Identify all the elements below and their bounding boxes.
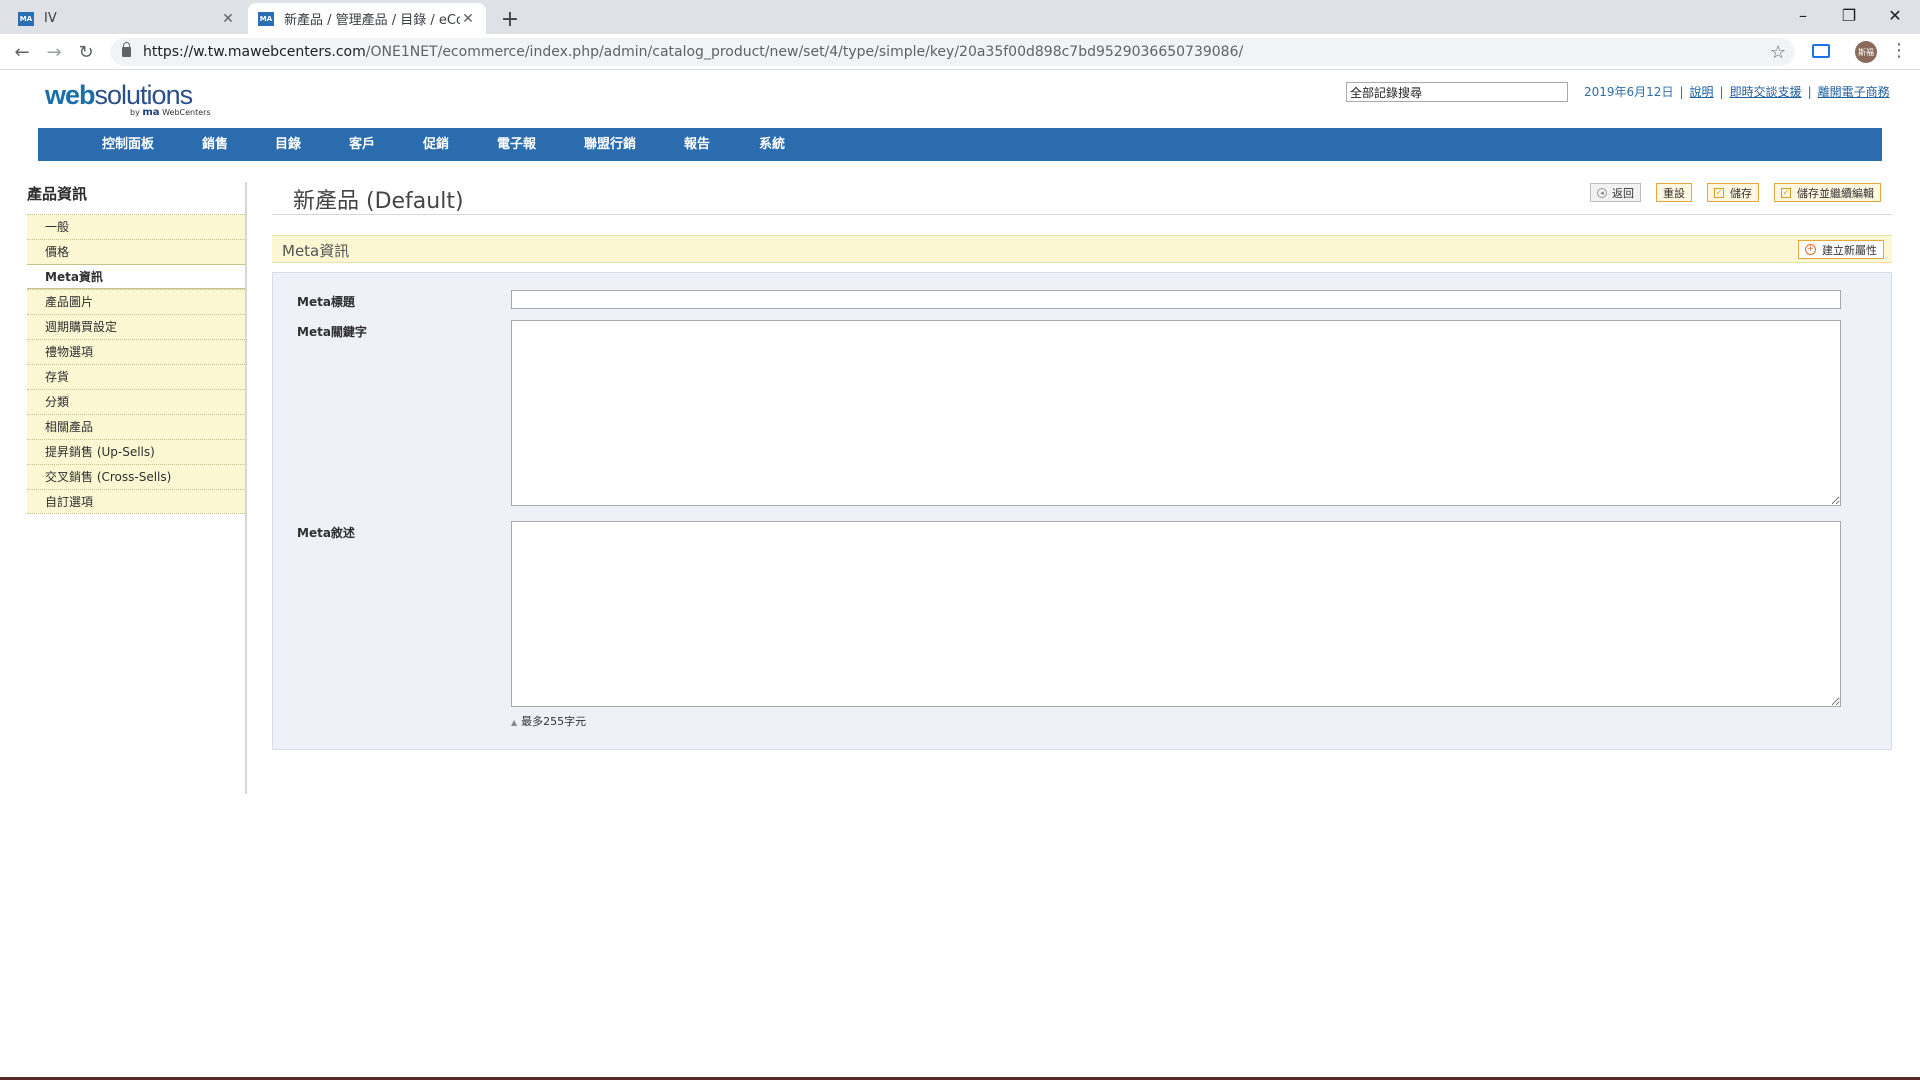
nav-affiliate[interactable]: 聯盟行銷 xyxy=(584,128,636,161)
back-icon: ◂ xyxy=(1597,187,1607,198)
sidebar-item-gift-options[interactable]: 禮物選項 xyxy=(27,339,245,364)
tab-title: IV xyxy=(44,11,57,26)
meta-keywords-textarea[interactable] xyxy=(511,320,1841,506)
section-title: Meta資訊 xyxy=(282,242,350,260)
browser-tab-bar: MA IV ✕ MA 新產品 / 管理產品 / 目錄 / eCom ✕ + – … xyxy=(0,0,1920,34)
logout-link[interactable]: 離開電子商務 xyxy=(1818,85,1890,99)
websolutions-logo[interactable]: websolutions by ma WebCenters xyxy=(45,80,211,120)
meta-info-section-header: Meta資訊 + 建立新屬性 xyxy=(272,235,1892,263)
help-link[interactable]: 說明 xyxy=(1690,85,1714,99)
save-and-continue-button[interactable]: ✓ 儲存並繼續編輯 xyxy=(1774,183,1881,202)
header-links: 2019年6月12日 | 說明 | 即時交談支援 | 離開電子商務 xyxy=(1584,85,1890,99)
new-tab-button[interactable]: + xyxy=(496,5,524,33)
meta-description-textarea[interactable] xyxy=(511,521,1841,707)
sidebar-item-recurring[interactable]: 週期購買設定 xyxy=(27,314,245,339)
ma-favicon-icon: MA xyxy=(258,11,274,26)
plus-icon: + xyxy=(1805,244,1816,255)
nav-reports[interactable]: 報告 xyxy=(684,128,710,161)
nav-dashboard[interactable]: 控制面板 xyxy=(102,128,154,161)
nav-sales[interactable]: 銷售 xyxy=(202,128,228,161)
logo-tagline: by ma WebCenters xyxy=(130,107,211,118)
browser-menu-icon[interactable]: ⋮ xyxy=(1890,40,1908,61)
sidebar-title: 產品資訊 xyxy=(27,185,88,203)
reload-icon[interactable]: ↻ xyxy=(72,38,100,66)
title-divider xyxy=(272,214,1892,215)
bookmark-star-icon[interactable]: ☆ xyxy=(1770,42,1786,63)
forward-arrow-icon[interactable]: → xyxy=(40,38,68,66)
sidebar-item-cross-sells[interactable]: 交叉銷售 (Cross-Sells) xyxy=(27,464,245,489)
current-date: 2019年6月12日 xyxy=(1584,85,1674,99)
nav-system[interactable]: 系統 xyxy=(759,128,785,161)
page-title: 新產品 (Default) xyxy=(293,189,464,214)
browser-tab-iv[interactable]: MA IV ✕ xyxy=(8,3,246,34)
meta-description-label: Meta敘述 xyxy=(297,526,355,540)
profile-avatar[interactable]: 斯福 xyxy=(1855,41,1877,63)
sidebar-item-general[interactable]: 一般 xyxy=(27,214,245,239)
nav-newsletter[interactable]: 電子報 xyxy=(497,128,536,161)
tab-title: 新產品 / 管理產品 / 目錄 / eCom xyxy=(284,13,460,28)
minimize-icon[interactable]: – xyxy=(1780,0,1826,30)
meta-keywords-label: Meta關鍵字 xyxy=(297,325,367,339)
sidebar-item-up-sells[interactable]: 提昇銷售 (Up-Sells) xyxy=(27,439,245,464)
check-icon: ✓ xyxy=(1781,187,1791,198)
address-bar[interactable]: https://w.tw.mawebcenters.com/ONE1NET/ec… xyxy=(110,38,1795,66)
check-icon: ✓ xyxy=(1714,187,1724,198)
create-new-attribute-button[interactable]: + 建立新屬性 xyxy=(1798,240,1884,259)
meta-title-input[interactable] xyxy=(511,290,1841,309)
sidebar-item-categories[interactable]: 分類 xyxy=(27,389,245,414)
sidebar-item-custom-options[interactable]: 自訂選項 xyxy=(27,489,245,514)
max-length-note: ▲ 最多255字元 xyxy=(511,715,587,728)
nav-promotions[interactable]: 促銷 xyxy=(423,128,449,161)
restore-icon[interactable]: ❐ xyxy=(1826,0,1872,30)
ma-favicon-icon: MA xyxy=(18,11,34,26)
sidebar-item-inventory[interactable]: 存貨 xyxy=(27,364,245,389)
sidebar-item-images[interactable]: 產品圖片 xyxy=(27,289,245,314)
save-button[interactable]: ✓ 儲存 xyxy=(1707,183,1759,202)
lock-icon xyxy=(122,42,131,57)
url-host: https://w.tw.mawebcenters.com xyxy=(143,44,366,60)
close-icon[interactable]: ✕ xyxy=(460,11,476,27)
browser-toolbar: ← → ↻ https://w.tw.mawebcenters.com/ONE1… xyxy=(0,34,1920,70)
url-path: /ONE1NET/ecommerce/index.php/admin/catal… xyxy=(365,44,1244,60)
live-chat-link[interactable]: 即時交談支援 xyxy=(1730,85,1802,99)
window-close-icon[interactable]: ✕ xyxy=(1872,0,1918,30)
browser-tab-new-product[interactable]: MA 新產品 / 管理產品 / 目錄 / eCom ✕ xyxy=(248,3,486,34)
sidebar-item-meta-info[interactable]: Meta資訊 xyxy=(27,264,245,289)
product-info-sidebar: 產品資訊 一般 價格 Meta資訊 產品圖片 週期購買設定 禮物選項 存貨 分類… xyxy=(27,182,247,794)
back-button[interactable]: ◂ 返回 xyxy=(1590,183,1641,202)
nav-catalog[interactable]: 目錄 xyxy=(275,128,301,161)
extension-icon[interactable] xyxy=(1812,44,1830,58)
back-arrow-icon[interactable]: ← xyxy=(8,38,36,66)
nav-customers[interactable]: 客戶 xyxy=(349,128,375,161)
sidebar-item-prices[interactable]: 價格 xyxy=(27,239,245,264)
note-arrow-icon: ▲ xyxy=(511,718,518,727)
sidebar-item-related-products[interactable]: 相關產品 xyxy=(27,414,245,439)
close-icon[interactable]: ✕ xyxy=(220,11,236,27)
main-navigation: 控制面板 銷售 目錄 客戶 促銷 電子報 聯盟行銷 報告 系統 xyxy=(38,128,1882,161)
meta-info-fieldset: Meta標題 Meta關鍵字 Meta敘述 ▲ 最多255字元 xyxy=(272,272,1892,750)
meta-title-label: Meta標題 xyxy=(297,295,355,309)
reset-button[interactable]: 重設 xyxy=(1656,183,1692,202)
global-search-input[interactable] xyxy=(1346,82,1568,102)
